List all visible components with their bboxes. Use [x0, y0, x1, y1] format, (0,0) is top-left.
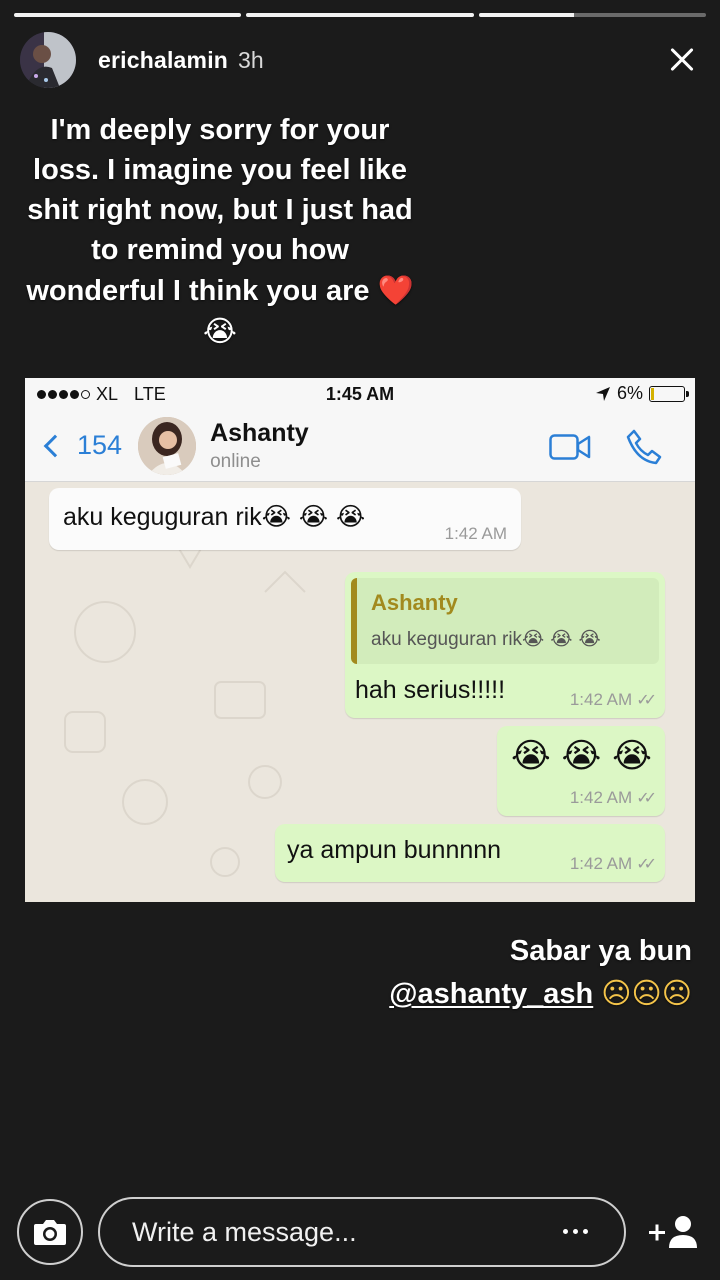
story-viewer: erichalamin 3h I'm deeply sorry for your…	[0, 0, 720, 1280]
story-caption: I'm deeply sorry for your loss. I imagin…	[20, 110, 420, 352]
progress-segment-2	[246, 13, 474, 17]
message-input[interactable]: Write a message...	[98, 1197, 626, 1267]
battery-icon	[649, 385, 689, 402]
crying-emoji-large: 😭 😭 😭	[511, 736, 652, 776]
outgoing-emoji-message[interactable]: 😭 😭 😭 1:42 AM ✓✓	[497, 726, 665, 816]
crying-emoji: 😭 😭 😭	[261, 502, 366, 531]
story-username[interactable]: erichalamin	[98, 47, 228, 74]
outgoing-message[interactable]: ya ampun bunnnnn 1:42 AM ✓✓	[275, 824, 665, 882]
message-text: aku keguguran rik	[63, 503, 262, 531]
incoming-message[interactable]: aku keguguran rik😭 😭 😭 1:42 AM	[49, 488, 521, 550]
phone-call-icon[interactable]	[625, 428, 663, 466]
contact-avatar[interactable]	[138, 416, 197, 475]
user-avatar[interactable]	[20, 32, 76, 88]
chat-header: 154 Ashanty online	[25, 410, 695, 482]
chat-screenshot: XL LTE 1:45 AM 6% 154 Ashanty online aku…	[25, 378, 695, 902]
camera-icon	[34, 1220, 66, 1245]
quoted-message[interactable]: Ashanty aku keguguran rik😭 😭 😭	[351, 578, 659, 664]
video-call-icon[interactable]	[549, 434, 591, 460]
quoted-sender: Ashanty	[371, 590, 458, 615]
story-caption-secondary: Sabar ya bun @ashanty_ash ☹☹☹	[352, 930, 692, 1015]
story-progress	[14, 13, 706, 17]
back-button[interactable]: 154	[39, 430, 122, 461]
story-time: 3h	[238, 46, 264, 73]
user-mention-link[interactable]: @ashanty_ash	[389, 978, 593, 1010]
chat-area: aku keguguran rik😭 😭 😭 1:42 AM Ashanty a…	[25, 482, 695, 902]
contact-status: online	[210, 450, 261, 472]
story-header: erichalamin 3h	[20, 32, 700, 88]
message-text: ya ampun bunnnnn	[287, 836, 502, 864]
outgoing-reply-message[interactable]: Ashanty aku keguguran rik😭 😭 😭 hah seriu…	[345, 572, 665, 718]
message-text: hah serius!!!!!	[355, 676, 506, 704]
message-time: 1:42 AM	[444, 524, 507, 543]
read-ticks-icon: ✓✓	[636, 790, 657, 807]
progress-segment-1	[14, 13, 242, 17]
contact-name: Ashanty	[210, 418, 309, 447]
message-time: 1:42 AM	[569, 690, 633, 709]
battery-percent: 6%	[616, 383, 643, 403]
message-time: 1:42 AM	[569, 854, 633, 873]
close-icon[interactable]	[664, 42, 700, 78]
quoted-text: aku keguguran rik	[371, 629, 523, 650]
ios-status-bar: XL LTE 1:45 AM 6%	[25, 378, 695, 410]
sad-face-emoji: ☹☹☹	[601, 976, 692, 1010]
quoted-emoji: 😭 😭 😭	[522, 628, 601, 650]
contact-info[interactable]: Ashanty online	[210, 419, 309, 473]
unread-count: 154	[77, 430, 123, 460]
more-dots-icon[interactable]	[563, 1229, 588, 1234]
chevron-left-icon	[43, 434, 67, 457]
caption2-line1: Sabar ya bun	[509, 935, 692, 967]
progress-segment-3	[478, 13, 706, 17]
camera-button[interactable]	[17, 1199, 83, 1265]
caption-text: I'm deeply sorry for your loss. I imagin…	[26, 114, 413, 307]
location-arrow-icon	[595, 386, 610, 401]
read-ticks-icon: ✓✓	[636, 692, 657, 709]
add-person-icon[interactable]	[647, 1214, 699, 1250]
message-time: 1:42 AM	[569, 788, 633, 807]
read-ticks-icon: ✓✓	[636, 856, 657, 873]
message-placeholder: Write a message...	[132, 1216, 357, 1247]
